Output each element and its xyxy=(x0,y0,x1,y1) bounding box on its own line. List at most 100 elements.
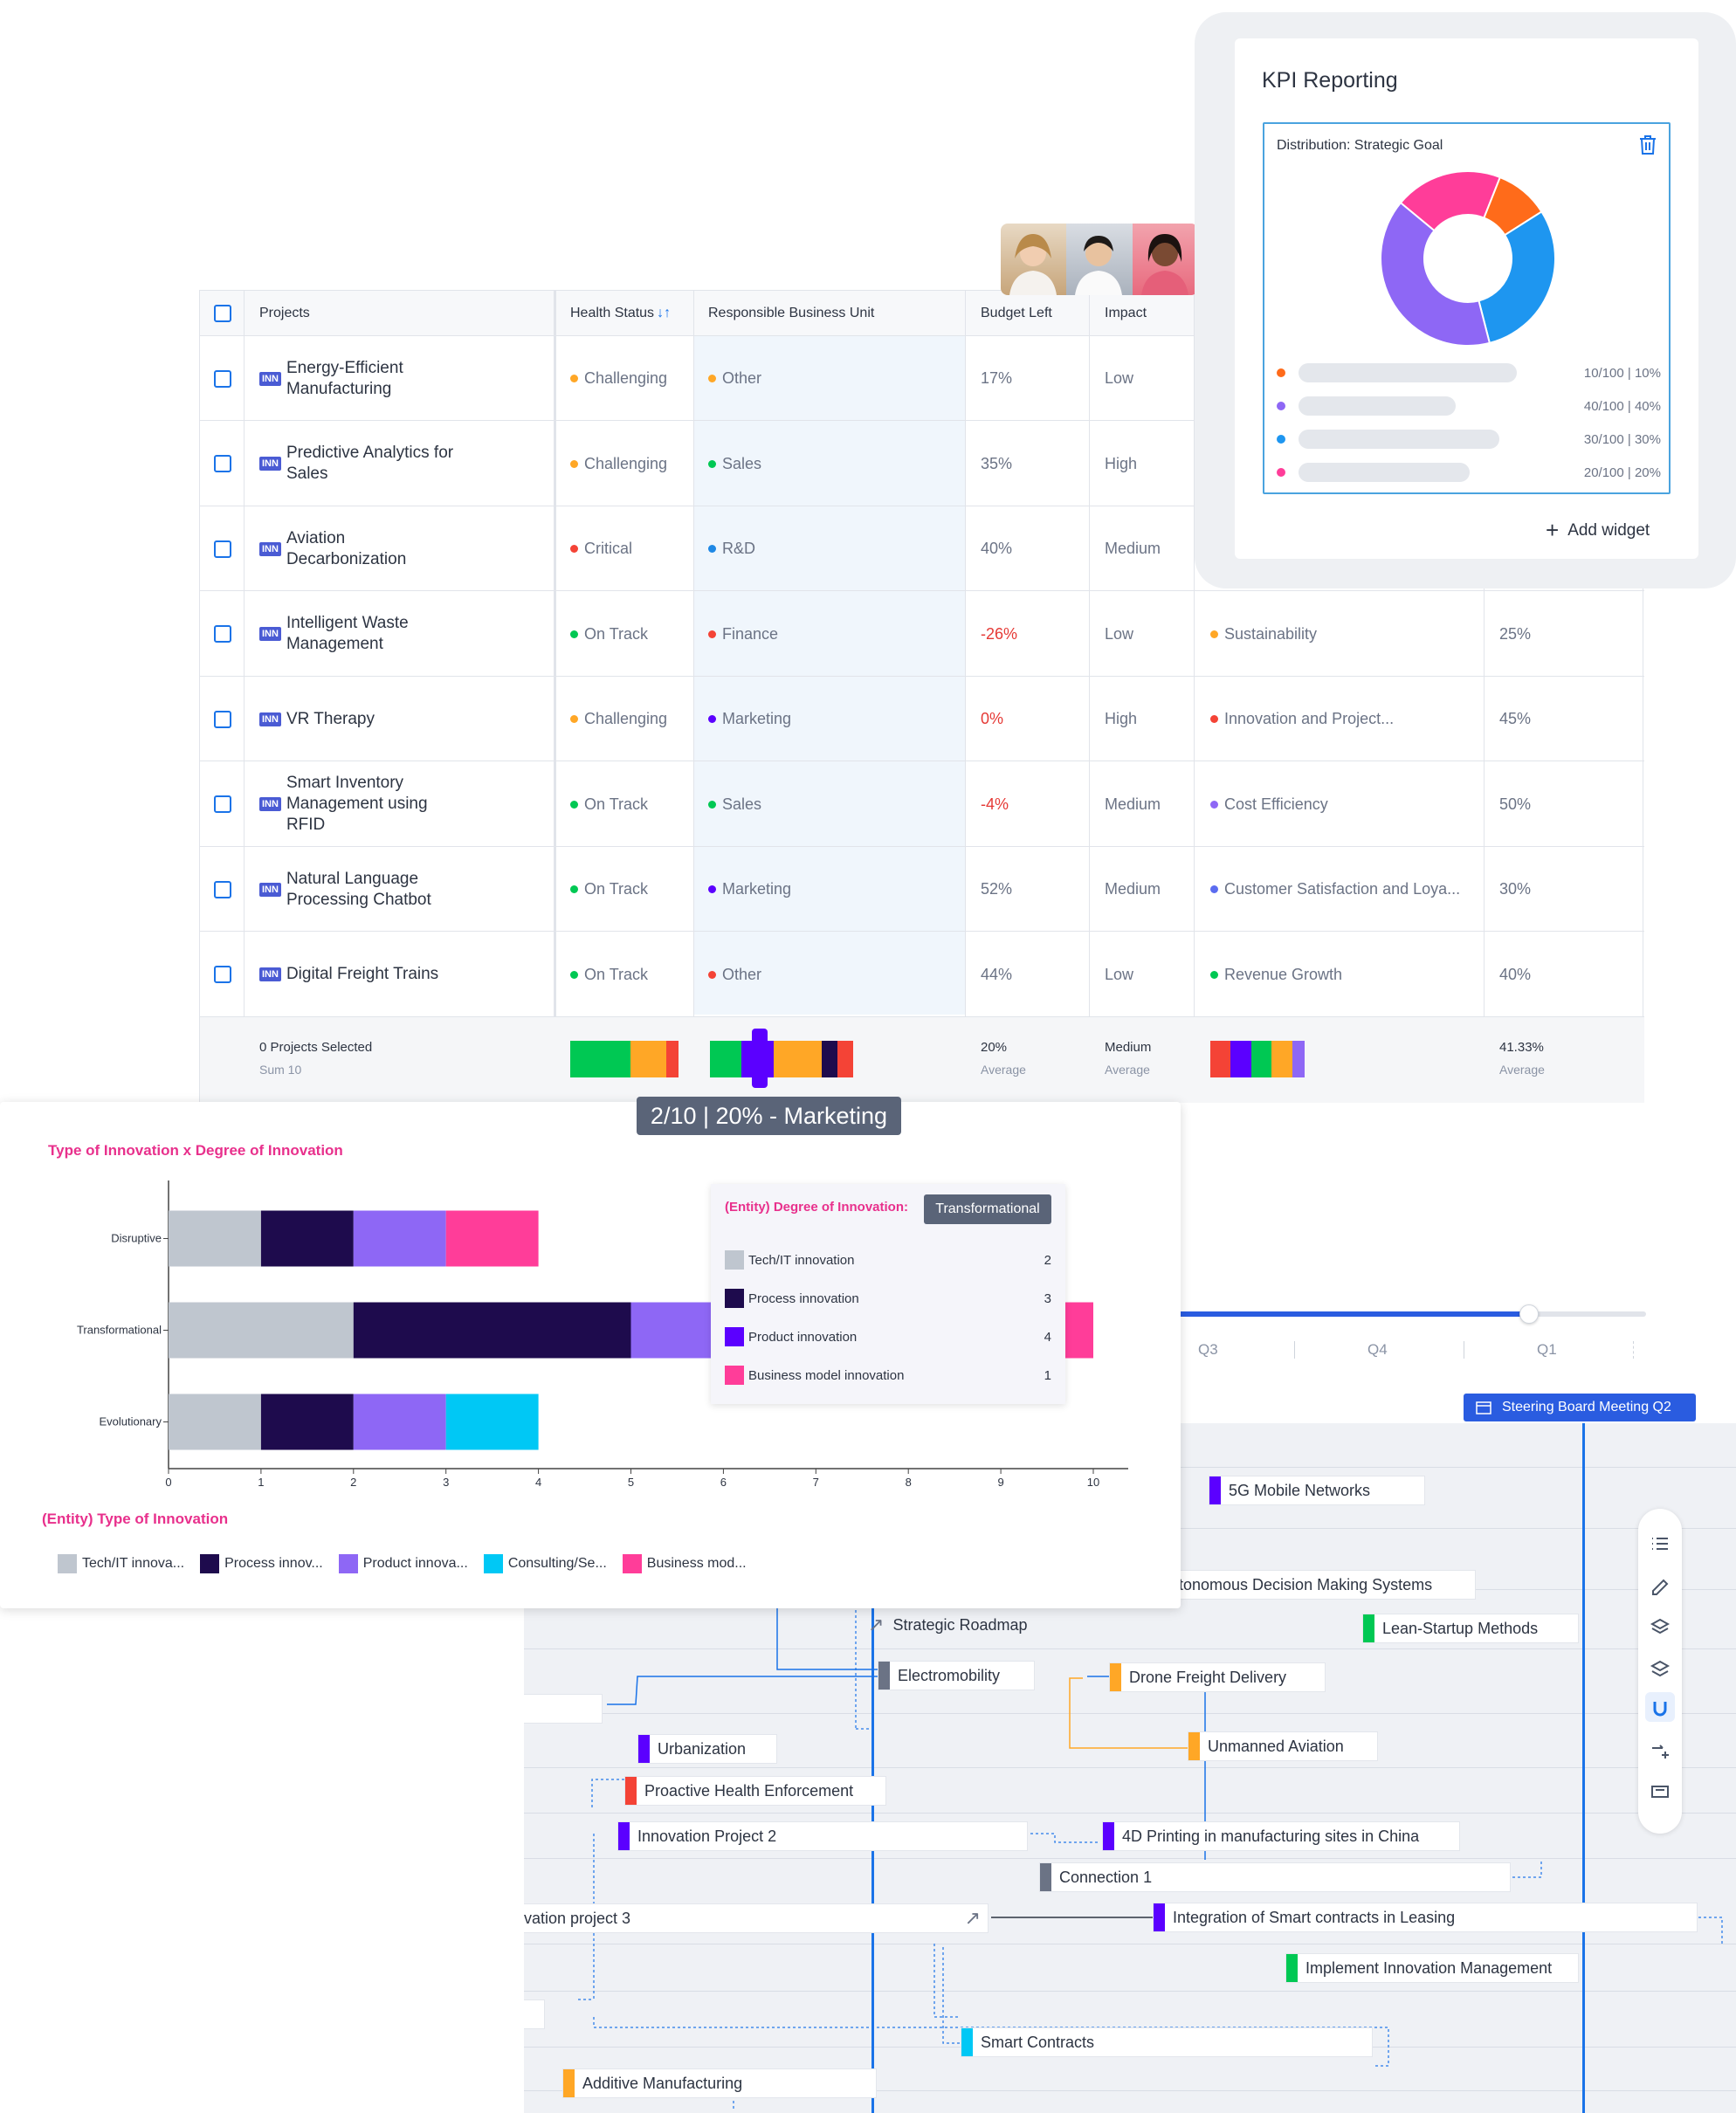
col-header-budget[interactable]: Budget Left xyxy=(981,291,1052,336)
project-name[interactable]: VR Therapy xyxy=(286,709,375,730)
project-name[interactable]: Natural Language Processing Chatbot xyxy=(286,869,461,911)
impact-cell[interactable]: High xyxy=(1105,422,1137,506)
roadmap-item[interactable]: Additive Manufacturing xyxy=(562,2068,877,2098)
legend-item[interactable]: Tech/IT innova... xyxy=(58,1554,184,1573)
row-checkbox[interactable] xyxy=(214,710,231,728)
row-checkbox[interactable] xyxy=(214,880,231,898)
health-cell[interactable]: On Track xyxy=(570,592,648,677)
roadmap-item[interactable]: Innovation Project 2 xyxy=(617,1821,1028,1851)
health-cell[interactable]: Critical xyxy=(570,506,632,591)
impact-cell[interactable]: Medium xyxy=(1105,506,1161,591)
roadmap-item[interactable]: Proactive Health Enforcement xyxy=(624,1776,886,1806)
impact-cell[interactable]: Medium xyxy=(1105,847,1161,932)
business-unit-cell[interactable]: Other xyxy=(708,933,761,1017)
roadmap-item[interactable]: Lean-Startup Methods xyxy=(1362,1614,1579,1643)
legend-item[interactable]: Consulting/Se... xyxy=(483,1554,607,1573)
distribution-segment[interactable] xyxy=(1230,1041,1251,1077)
project-name[interactable]: Aviation Decarbonization xyxy=(286,528,461,570)
bar-segment[interactable] xyxy=(169,1210,261,1267)
health-cell[interactable]: Challenging xyxy=(570,422,667,506)
bar-segment[interactable] xyxy=(445,1394,539,1450)
table-row[interactable]: INN Intelligent Waste Management On Track F… xyxy=(200,592,1644,677)
row-checkbox[interactable] xyxy=(214,455,231,472)
percent-cell[interactable]: 40% xyxy=(1499,933,1531,1017)
budget-cell[interactable]: 52% xyxy=(981,847,1012,932)
budget-cell[interactable]: 0% xyxy=(981,677,1003,761)
impact-cell[interactable]: High xyxy=(1105,677,1137,761)
project-cell[interactable]: INN Digital Freight Trains xyxy=(259,933,539,1017)
health-cell[interactable]: Challenging xyxy=(570,336,667,421)
project-name[interactable]: Energy-Efficient Manufacturing xyxy=(286,358,461,400)
bar-segment[interactable] xyxy=(260,1210,354,1267)
row-checkbox[interactable] xyxy=(214,540,231,558)
select-all-checkbox[interactable] xyxy=(214,305,231,322)
business-unit-cell[interactable]: Sales xyxy=(708,422,761,506)
project-cell[interactable]: INN Aviation Decarbonization xyxy=(259,506,539,591)
goal-cell[interactable]: Customer Satisfaction and Loya... xyxy=(1210,847,1460,932)
project-cell[interactable]: INN Smart Inventory Management using RFID xyxy=(259,762,539,847)
roadmap-item[interactable]: 5G Mobile Networks xyxy=(1209,1476,1425,1505)
roadmap-item[interactable]: Integration of Smart contracts in Leasin… xyxy=(1153,1903,1698,1932)
project-name[interactable]: Intelligent Waste Management xyxy=(286,613,461,655)
impact-cell[interactable]: Low xyxy=(1105,592,1133,677)
percent-cell[interactable]: 45% xyxy=(1499,677,1531,761)
project-name[interactable]: Predictive Analytics for Sales xyxy=(286,443,461,485)
impact-cell[interactable]: Low xyxy=(1105,933,1133,1017)
project-name[interactable]: Smart Inventory Management using RFID xyxy=(286,773,461,836)
bar-segment[interactable] xyxy=(169,1394,261,1450)
bar-segment[interactable] xyxy=(353,1394,446,1450)
kpi-widget[interactable]: Distribution: Strategic Goal 10/100 | 10… xyxy=(1263,122,1671,494)
budget-cell[interactable]: -26% xyxy=(981,592,1017,677)
business-unit-cell[interactable]: Marketing xyxy=(708,677,791,761)
roadmap-item[interactable]: vation project 3 ↗ xyxy=(524,1903,989,1933)
percent-cell[interactable]: 25% xyxy=(1499,592,1531,677)
distribution-segment[interactable] xyxy=(821,1041,837,1077)
list-icon[interactable] xyxy=(1650,1533,1671,1554)
table-row[interactable]: INN Digital Freight Trains On Track Other 44… xyxy=(200,933,1644,1017)
bar-segment[interactable] xyxy=(353,1210,446,1267)
distribution-segment[interactable] xyxy=(837,1041,853,1077)
unit-distribution-bar[interactable] xyxy=(710,1041,853,1077)
project-cell[interactable]: INN Intelligent Waste Management xyxy=(259,592,539,677)
roadmap-item[interactable]: Urbanization xyxy=(637,1734,777,1764)
layers-icon[interactable] xyxy=(1650,1617,1671,1638)
add-link-icon[interactable] xyxy=(1650,1739,1671,1760)
health-cell[interactable]: Challenging xyxy=(570,677,667,761)
bar-segment[interactable] xyxy=(353,1302,631,1359)
table-row[interactable]: INN VR Therapy Challenging Marketing 0% High I… xyxy=(200,677,1644,761)
roadmap-item[interactable]: 4D Printing in manufacturing sites in Ch… xyxy=(1102,1821,1460,1851)
project-cell[interactable]: INN Energy-Efficient Manufacturing xyxy=(259,336,539,421)
budget-cell[interactable]: 44% xyxy=(981,933,1012,1017)
legend-item[interactable]: Product innova... xyxy=(338,1554,468,1573)
avatar[interactable] xyxy=(1001,224,1067,295)
distribution-segment[interactable] xyxy=(1271,1041,1292,1077)
health-cell[interactable]: On Track xyxy=(570,933,648,1017)
budget-cell[interactable]: -4% xyxy=(981,762,1009,847)
business-unit-cell[interactable]: Marketing xyxy=(708,847,791,932)
row-checkbox[interactable] xyxy=(214,625,231,643)
table-row[interactable]: INN Smart Inventory Management using RFID… xyxy=(200,762,1644,847)
roadmap-item[interactable]: Smart Contracts xyxy=(961,2027,1373,2057)
budget-cell[interactable]: 40% xyxy=(981,506,1012,591)
bar-segment[interactable] xyxy=(169,1302,354,1359)
goal-distribution-bar[interactable] xyxy=(1210,1041,1305,1077)
project-cell[interactable]: INN VR Therapy xyxy=(259,677,539,761)
impact-cell[interactable]: Low xyxy=(1105,336,1133,421)
distribution-segment[interactable] xyxy=(1210,1041,1231,1077)
add-widget-button[interactable]: + Add widget xyxy=(1546,517,1650,544)
goal-cell[interactable]: Cost Efficiency xyxy=(1210,762,1328,847)
goal-cell[interactable]: Innovation and Project... xyxy=(1210,677,1394,761)
goal-cell[interactable]: Sustainability xyxy=(1210,592,1317,677)
distribution-segment[interactable] xyxy=(570,1041,630,1077)
roadmap-item[interactable]: tonomous Decision Making Systems xyxy=(1170,1570,1476,1600)
goal-cell[interactable]: Revenue Growth xyxy=(1210,933,1342,1017)
col-header-business-unit[interactable]: Responsible Business Unit xyxy=(708,291,874,336)
trash-icon[interactable] xyxy=(1638,134,1657,155)
bar-segment[interactable] xyxy=(445,1210,539,1267)
roadmap-item[interactable]: Drone Freight Delivery xyxy=(1109,1662,1326,1692)
table-row[interactable]: INN Natural Language Processing Chatbot On… xyxy=(200,847,1644,932)
distribution-segment[interactable] xyxy=(630,1041,667,1077)
roadmap-item[interactable]: Implement Innovation Management xyxy=(1285,1953,1579,1983)
row-checkbox[interactable] xyxy=(214,966,231,983)
donut-slice[interactable] xyxy=(1478,210,1556,345)
